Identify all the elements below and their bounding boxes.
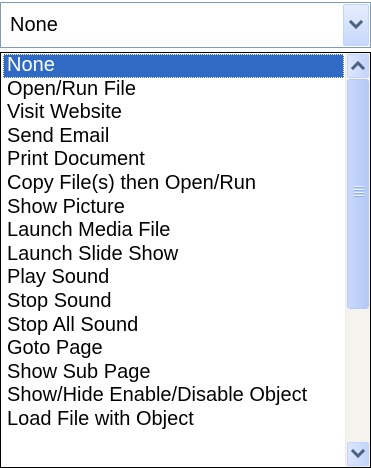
list-item[interactable]: Print Document [3,148,344,172]
action-options: None Open/Run File Visit Website Send Email… [3,54,344,432]
list-item[interactable]: Copy File(s) then Open/Run [3,172,344,196]
list-item[interactable]: None [3,54,344,78]
scroll-down-button[interactable] [347,442,369,466]
list-item[interactable]: Visit Website [3,101,344,125]
scroll-thumb[interactable] [347,79,369,309]
list-item[interactable]: Stop All Sound [3,314,344,338]
action-select[interactable]: None [0,2,371,48]
action-select-value: None [10,14,58,36]
chevron-down-icon [344,5,368,45]
list-item[interactable]: Show Picture [3,196,344,220]
list-item[interactable]: Launch Media File [3,219,344,243]
list-item[interactable]: Stop Sound [3,290,344,314]
list-item[interactable]: Show Sub Page [3,361,344,385]
list-item[interactable]: Launch Slide Show [3,243,344,267]
list-item[interactable]: Open/Run File [3,78,344,102]
action-dropdown-list[interactable]: None Open/Run File Visit Website Send Email… [0,52,371,468]
vertical-scrollbar[interactable] [345,53,370,467]
list-item[interactable]: Show/Hide Enable/Disable Object [3,384,344,408]
list-item[interactable]: Send Email [3,125,344,149]
dropdown-button[interactable] [343,4,369,46]
scroll-up-button[interactable] [347,54,369,78]
chevron-up-icon [348,55,368,77]
list-item[interactable]: Goto Page [3,337,344,361]
list-item[interactable]: Load File with Object [3,408,344,432]
grip-icon [354,186,364,197]
list-item[interactable]: Play Sound [3,266,344,290]
chevron-down-icon [348,443,368,465]
